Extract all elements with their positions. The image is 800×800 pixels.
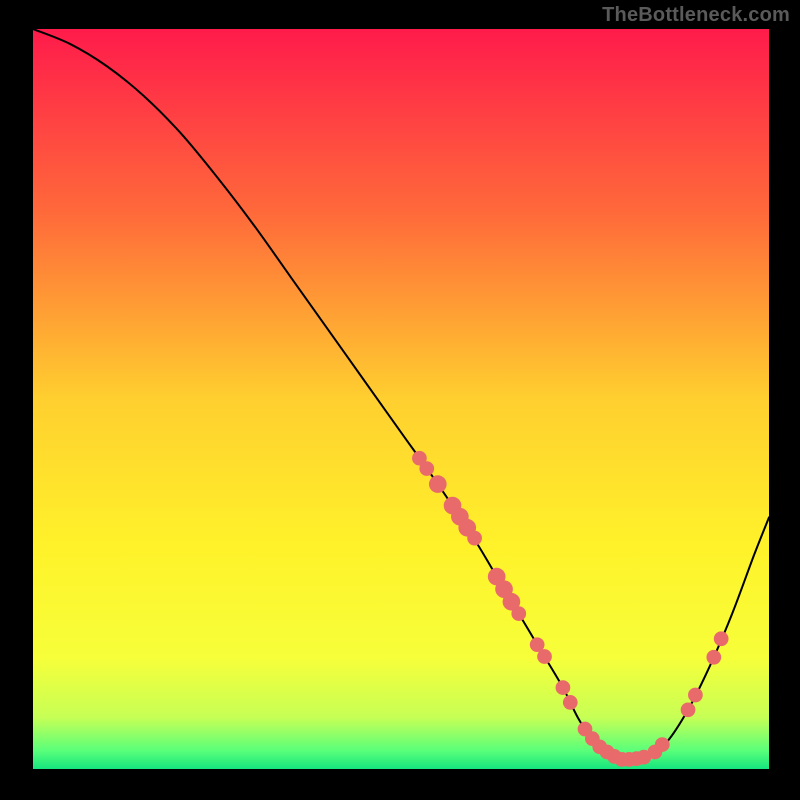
plot-area — [33, 29, 769, 769]
gradient-background — [33, 29, 769, 769]
watermark-text: TheBottleneck.com — [602, 4, 790, 27]
chart-svg — [33, 29, 769, 769]
marker-dot — [655, 737, 670, 752]
marker-dot — [556, 680, 571, 695]
marker-dot — [563, 695, 578, 710]
marker-dot — [706, 650, 721, 665]
marker-dot — [419, 461, 434, 476]
marker-dot — [467, 531, 482, 546]
marker-dot — [537, 649, 552, 664]
marker-dot — [681, 702, 696, 717]
chart-container: TheBottleneck.com — [0, 0, 800, 800]
marker-dot — [714, 631, 729, 646]
marker-dot — [688, 688, 703, 703]
marker-dot — [429, 475, 447, 493]
marker-dot — [511, 606, 526, 621]
